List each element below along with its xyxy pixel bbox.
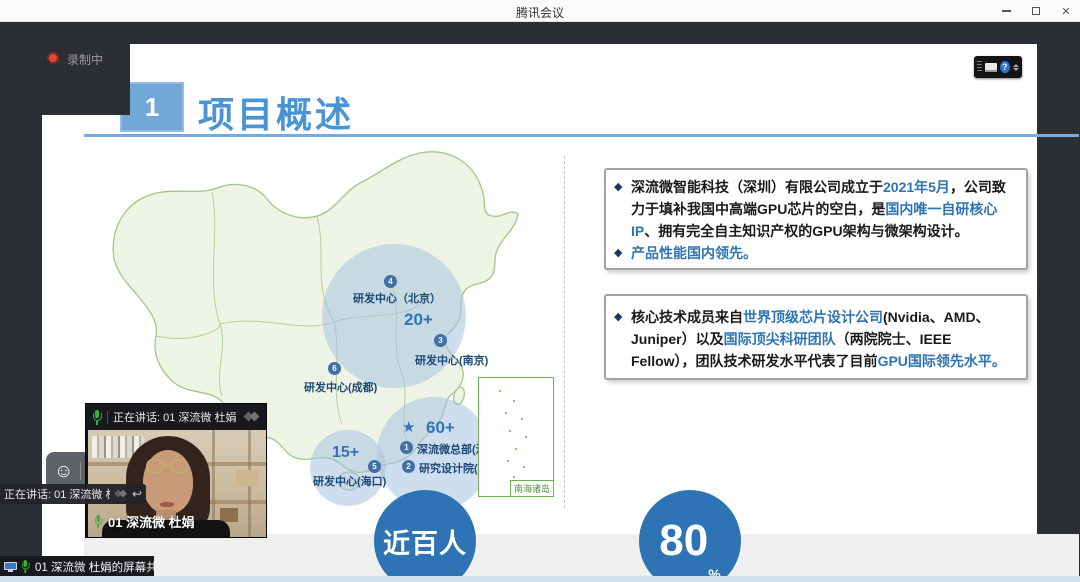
share-banner-text: 01 深流微 杜娟的屏幕共享	[35, 559, 169, 575]
marker-badge-haikou: 5	[368, 460, 381, 473]
participant-name-tag: 01 深流微 杜娟	[94, 512, 195, 531]
map-count-beijing: 20+	[404, 310, 433, 330]
bullet-row: ◆ 产品性能国内领先。	[614, 242, 1016, 264]
mic-icon	[21, 560, 30, 573]
maximize-button[interactable]	[1028, 3, 1044, 19]
map-count-haikou: 15+	[332, 444, 359, 462]
bullet-row: ◆ 深流微智能科技（深圳）有限公司成立于2021年5月，公司致力于填补我国中高端…	[614, 176, 1016, 242]
close-button[interactable]: ✕	[1058, 3, 1074, 19]
map-label-chengdu: 研发中心(成都)	[304, 379, 377, 395]
mic-icon	[94, 515, 103, 528]
participant-name: 01 深流微 杜娟	[108, 512, 195, 531]
ime-grid-icon	[977, 61, 982, 73]
speaking-status-bar: 正在讲话: 01 深流微 杜娟	[86, 404, 266, 430]
title-underline	[84, 134, 1079, 137]
badge-number: 4	[388, 277, 392, 286]
tencent-meeting-window: 1 项目概述 4 研发中心（北京）	[0, 0, 1080, 582]
team-info-box: ◆ 核心技术成员来自世界顶级芯片设计公司(Nvidia、AMD、Juniper）…	[604, 294, 1028, 380]
team-info-text: 核心技术成员来自世界顶级芯片设计公司(Nvidia、AMD、Juniper）以及…	[631, 306, 1016, 372]
record-dot-icon	[47, 52, 59, 64]
bullet-row: ◆ 核心技术成员来自世界顶级芯片设计公司(Nvidia、AMD、Juniper）…	[614, 306, 1016, 372]
participant-video-panel[interactable]: 正在讲话: 01 深流微 杜娟 01 深流微 杜娟	[85, 403, 267, 538]
bullet-diamond-icon: ◆	[614, 242, 631, 264]
reply-arrow-icon[interactable]: ↩	[132, 488, 142, 500]
marker-badge-chengdu: 6	[328, 362, 341, 375]
keyboard-icon[interactable]	[985, 63, 996, 72]
window-title: 腾讯会议	[0, 4, 1080, 21]
screen-share-banner: 01 深流微 杜娟的屏幕共享	[0, 556, 154, 577]
glasses-bridge	[163, 464, 171, 466]
marker-badge-shenzhen-hq: 1	[400, 441, 413, 454]
badge-number: 2	[406, 462, 410, 471]
window-titlebar: 腾讯会议 ✕	[0, 0, 1080, 22]
divider	[80, 462, 81, 480]
recording-label: 录制中	[67, 51, 103, 68]
recording-indicator[interactable]: 录制中	[0, 22, 130, 115]
meeting-logo-icon	[244, 411, 260, 423]
glasses-icon	[170, 458, 188, 474]
map-label-beijing: 研发中心（北京）	[353, 290, 441, 306]
glasses-icon	[146, 458, 164, 474]
company-intro-box: ◆ 深流微智能科技（深圳）有限公司成立于2021年5月，公司致力于填补我国中高端…	[604, 168, 1028, 270]
rnd-ratio-value: 80	[659, 519, 708, 563]
company-intro-text: 深流微智能科技（深圳）有限公司成立于2021年5月，公司致力于填补我国中高端GP…	[631, 176, 1016, 242]
product-performance-text: 产品性能国内领先。	[631, 242, 757, 264]
badge-number: 3	[438, 336, 442, 345]
speaking-status-text: 正在讲话: 01 深流微 杜娟	[113, 409, 239, 425]
south-china-sea-inset: 南海诸岛	[478, 377, 554, 497]
headcount-stat-circle: 近百人	[374, 490, 476, 582]
marker-badge-beijing: 4	[384, 275, 397, 288]
section-number-text: 1	[145, 92, 159, 123]
badge-number: 6	[332, 364, 336, 373]
dashed-divider	[564, 156, 565, 508]
ime-arrows-icon[interactable]	[1013, 64, 1019, 71]
bullet-diamond-icon: ◆	[614, 176, 631, 242]
person-mouth	[160, 502, 174, 507]
monitor-icon	[4, 561, 17, 573]
badge-number: 1	[404, 443, 408, 452]
headcount-value: 近百人	[383, 522, 467, 561]
marker-badge-shenzhen-institute: 2	[402, 460, 415, 473]
smiley-icon[interactable]: ☺	[54, 462, 73, 481]
stats-background-band	[84, 534, 1079, 582]
marker-badge-nanjing: 3	[434, 334, 447, 347]
map-label-haikou: 研发中心(海口)	[313, 473, 386, 489]
badge-number: 5	[372, 462, 376, 471]
map-label-nanjing: 研发中心(南京)	[415, 352, 488, 368]
speaking-toast: 正在讲话: 01 深流微 杜娟 ↩	[0, 484, 146, 504]
meeting-logo-icon	[115, 489, 128, 499]
mic-icon	[92, 410, 102, 425]
help-icon[interactable]: ?	[1000, 61, 1010, 73]
speaking-toast-text: 正在讲话: 01 深流微 杜娟	[4, 486, 110, 502]
map-count-shenzhen: 60+	[426, 418, 455, 438]
inset-label: 南海诸岛	[510, 480, 554, 497]
minimize-button[interactable]	[998, 3, 1014, 19]
star-icon: ★	[402, 418, 415, 436]
ime-toolbar[interactable]: ?	[974, 56, 1022, 78]
taskbar-strip	[0, 576, 1080, 582]
bullet-diamond-icon: ◆	[614, 306, 631, 372]
rnd-ratio-stat-circle: 80 %	[639, 490, 741, 582]
window-controls: ✕	[998, 0, 1074, 22]
divider	[107, 411, 108, 424]
slide-title: 项目概述	[198, 86, 354, 138]
